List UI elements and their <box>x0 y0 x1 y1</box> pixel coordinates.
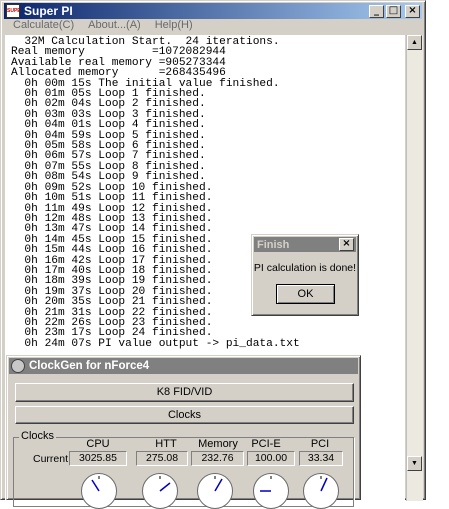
superpi-app-icon: SUPER <box>6 4 20 18</box>
scroll-down-button[interactable]: ▼ <box>407 456 422 471</box>
menu-help[interactable]: Help(H) <box>155 19 193 33</box>
finish-dialog: Finish × PI calculation is done! OK <box>251 234 359 316</box>
clocks-button[interactable]: Clocks <box>15 406 354 424</box>
clocks-group-label: Clocks <box>19 430 57 442</box>
minimize-button[interactable]: _ <box>369 5 384 18</box>
superpi-titlebar[interactable]: SUPER Super PI _ □ × <box>4 3 422 19</box>
pci-value: 33.34 <box>299 451 343 466</box>
memory-gauge <box>197 473 233 509</box>
ok-button[interactable]: OK <box>276 284 335 304</box>
pci-header: PCI <box>310 438 330 450</box>
clockgen-title: ClockGen for nForce4 <box>29 360 150 372</box>
scroll-up-button[interactable]: ▲ <box>407 35 422 50</box>
finish-dialog-titlebar[interactable]: Finish × <box>254 237 356 252</box>
pci-gauge <box>303 473 339 509</box>
superpi-caption-buttons: _ □ × <box>369 5 420 18</box>
k8-fid-vid-button[interactable]: K8 FID/VID <box>15 383 354 402</box>
clockgen-titlebar[interactable]: ClockGen for nForce4 <box>9 358 358 374</box>
menu-calculate[interactable]: Calculate(C) <box>13 19 74 33</box>
pcie-value: 100.00 <box>247 451 295 466</box>
clockgen-window: ClockGen for nForce4 K8 FID/VID Clocks C… <box>6 355 361 509</box>
htt-value: 275.08 <box>136 451 188 466</box>
clockgen-app-icon <box>11 359 25 373</box>
finish-message: PI calculation is done! <box>253 262 357 274</box>
close-button[interactable]: × <box>405 5 420 18</box>
close-button[interactable]: × <box>339 238 354 251</box>
pcie-gauge <box>253 473 289 509</box>
cpu-gauge <box>81 473 117 509</box>
superpi-vertical-scrollbar[interactable]: ▲ ▼ <box>406 35 423 501</box>
cpu-value: 3025.85 <box>69 451 127 466</box>
maximize-button[interactable]: □ <box>386 5 401 18</box>
pcie-header: PCI-E <box>251 438 281 450</box>
finish-dialog-title: Finish <box>257 238 290 251</box>
menu-about[interactable]: About...(A) <box>88 19 141 33</box>
cpu-header: CPU <box>86 438 110 450</box>
htt-gauge <box>142 473 178 509</box>
current-row-label: Current <box>33 453 69 465</box>
superpi-menubar: Calculate(C) About...(A) Help(H) <box>13 19 207 33</box>
superpi-title: Super PI <box>24 4 73 18</box>
memory-value: 232.76 <box>191 451 244 466</box>
